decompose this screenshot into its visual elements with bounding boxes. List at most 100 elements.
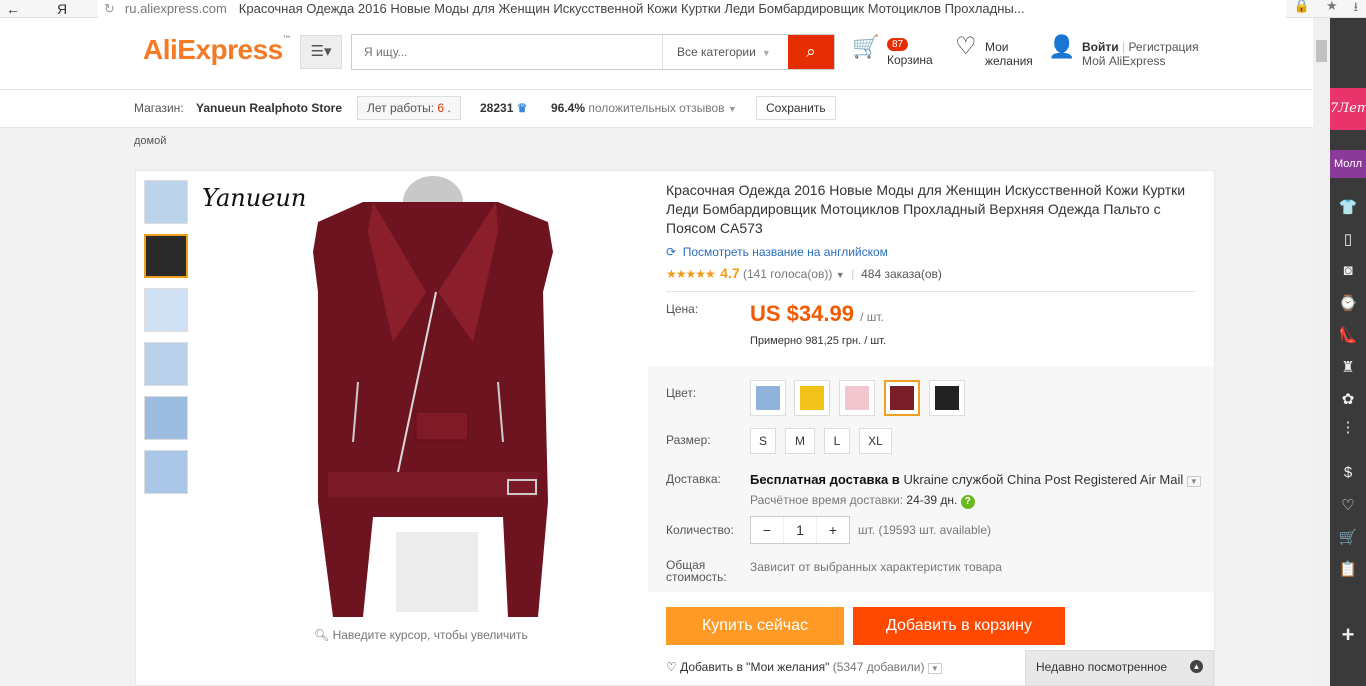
help-icon: ? [960, 495, 975, 509]
color-swatch-pink[interactable] [839, 380, 875, 416]
size-s[interactable]: S [750, 428, 776, 454]
view-english-link[interactable]: ⟳ Посмотреть название на английском [666, 245, 888, 259]
minus-button[interactable]: − [751, 517, 783, 543]
watermark: Yanueun [202, 184, 306, 212]
delivery-eta: Расчётное время доставки: 24-39 дн. ? [750, 493, 975, 509]
search-bar: Все категории▼ ⌕ [351, 34, 835, 70]
store-name[interactable]: Yanueun Realphoto Store [196, 101, 342, 115]
mall-link[interactable]: Молл [1330, 150, 1366, 178]
thumbnail[interactable] [144, 180, 188, 224]
rating-row: ★★★★★ 4.7 (141 голоса(ов)) ▼ | 484 заказ… [666, 265, 942, 281]
quantity-label: Количество: [666, 523, 734, 537]
divider [666, 291, 1196, 292]
scrollbar[interactable] [1313, 18, 1330, 686]
address-bar[interactable]: ↻ ru.aliexpress.com Красочная Одежда 201… [98, 0, 1286, 18]
heart-plus-icon: ♡ [666, 660, 677, 674]
chevron-down-icon: ▼ [1186, 476, 1201, 487]
yandex-icon[interactable]: Я [26, 1, 98, 17]
price: US $34.99 / шт. [750, 301, 884, 326]
recently-viewed-bar[interactable]: Недавно посмотренное ▲ [1025, 650, 1214, 686]
rating-stars: ★★★★★ [666, 267, 716, 281]
browser-bar: ← Я ↻ ru.aliexpress.com Красочная Одежда… [0, 0, 1366, 18]
scrollbar-thumb[interactable] [1316, 40, 1327, 62]
heart-icon[interactable]: ♡ [1330, 496, 1366, 514]
user-icon: 👤 [1048, 34, 1076, 59]
shirt-icon[interactable]: 👕 [1330, 198, 1366, 216]
color-swatch-blue[interactable] [750, 380, 786, 416]
login-link[interactable]: Войти [1082, 40, 1119, 54]
total-label: Общая стоимость: [666, 558, 727, 584]
category-menu-button[interactable]: ☰▾ [300, 35, 342, 69]
save-store-button[interactable]: Сохранить [756, 96, 836, 120]
phone-icon[interactable]: ▯ [1330, 230, 1366, 248]
star-icon[interactable]: ★ [1326, 0, 1338, 20]
plus-icon[interactable]: + [1330, 622, 1366, 648]
price-label: Цена: [666, 302, 699, 316]
zoom-hint: 🔍︎ Наведите курсор, чтобы увеличить [314, 628, 528, 642]
store-score: 28231 ♛ [480, 101, 528, 115]
add-wishlist-link[interactable]: ♡ Добавить в "Мои желания" (5347 добавил… [666, 660, 942, 674]
store-positive[interactable]: 96.4% положительных отзывов ▼ [551, 101, 737, 115]
more-icon[interactable]: ⋮ [1330, 418, 1366, 436]
store-label: Магазин: [134, 101, 184, 115]
color-swatch-burgundy[interactable] [884, 380, 920, 416]
add-to-cart-button[interactable]: Добавить в корзину [853, 607, 1065, 645]
register-link[interactable]: Регистрация [1128, 40, 1198, 54]
seven-years-banner[interactable]: 7Лет [1330, 88, 1366, 130]
shipping-label: Доставка: [666, 472, 721, 486]
product-title: Красочная Одежда 2016 Новые Моды для Жен… [666, 182, 1186, 236]
category-select[interactable]: Все категории ▼ [662, 35, 788, 69]
lock-icon[interactable]: 🔒 [1294, 0, 1310, 20]
my-aliexpress-link[interactable]: Мой AliExpress [1082, 54, 1199, 68]
thumbnail[interactable] [144, 342, 188, 386]
quantity-available: шт. (19593 шт. available) [858, 523, 991, 537]
store-years: Лет работы: 6 . [357, 96, 461, 120]
aliexpress-logo[interactable]: AliExpress™ [143, 34, 291, 66]
chevron-up-icon: ▲ [1190, 660, 1203, 673]
clipboard-icon[interactable]: 📋 [1330, 560, 1366, 578]
orders-count: 484 заказа(ов) [861, 267, 942, 281]
money-icon[interactable]: $ [1330, 464, 1366, 481]
thumbnail[interactable] [144, 288, 188, 332]
address-domain: ru.aliexpress.com [124, 1, 227, 16]
thumbnail-selected[interactable] [144, 234, 188, 278]
thumbnail[interactable] [144, 450, 188, 494]
main-product-image[interactable]: Yanueun [198, 172, 643, 622]
cart-count-badge: 87 [887, 38, 909, 51]
color-label: Цвет: [666, 386, 697, 400]
flower-icon[interactable]: ✿ [1330, 390, 1366, 408]
reload-icon[interactable]: ↻ [104, 1, 115, 17]
breadcrumb[interactable]: домой [134, 135, 166, 147]
download-icon[interactable]: ⭳ [1353, 0, 1358, 20]
votes-link[interactable]: (141 голоса(ов)) ▼ [743, 267, 845, 281]
shipping-info[interactable]: Бесплатная доставка в Ukraine службой Ch… [750, 472, 1201, 487]
size-xl[interactable]: XL [859, 428, 892, 454]
camera-icon[interactable]: ◙ [1330, 262, 1366, 279]
search-icon: ⌕ [806, 42, 816, 61]
site-header: AliExpress™ ☰▾ Все категории▼ ⌕ 🛒 Корзин… [0, 18, 1313, 90]
browser-actions: 🔒 ★ ⭳ [1286, 0, 1366, 20]
cart-icon[interactable]: 🛒 [1330, 528, 1366, 546]
color-swatch-black[interactable] [929, 380, 965, 416]
buy-now-button[interactable]: Купить сейчас [666, 607, 844, 645]
shoe-icon[interactable]: 👠 [1330, 326, 1366, 344]
heart-icon: ♡ [955, 33, 977, 60]
quantity-stepper: − 1 + [750, 516, 850, 544]
search-input[interactable] [352, 35, 662, 69]
bottle-icon[interactable]: ♜ [1330, 358, 1366, 376]
crown-icon: ♛ [516, 101, 528, 115]
size-l[interactable]: L [824, 428, 850, 454]
back-icon[interactable]: ← [0, 1, 26, 17]
search-button[interactable]: ⌕ [788, 35, 834, 69]
magnifier-icon: 🔍︎ [314, 628, 330, 642]
size-m[interactable]: M [785, 428, 815, 454]
quantity-input[interactable]: 1 [783, 517, 817, 543]
side-panel: 7Лет Молл 👕 ▯ ◙ ⌚ 👠 ♜ ✿ ⋮ $ ♡ 🛒 📋 + [1330, 18, 1366, 686]
plus-button[interactable]: + [817, 517, 849, 543]
watch-icon[interactable]: ⌚ [1330, 294, 1366, 312]
size-label: Размер: [666, 433, 711, 447]
right-sidebar: 7Лет Молл 👕 ▯ ◙ ⌚ 👠 ♜ ✿ ⋮ $ ♡ 🛒 📋 + [1313, 18, 1366, 686]
jacket-image: Yanueun [202, 176, 553, 617]
thumbnail[interactable] [144, 396, 188, 440]
color-swatch-yellow[interactable] [794, 380, 830, 416]
